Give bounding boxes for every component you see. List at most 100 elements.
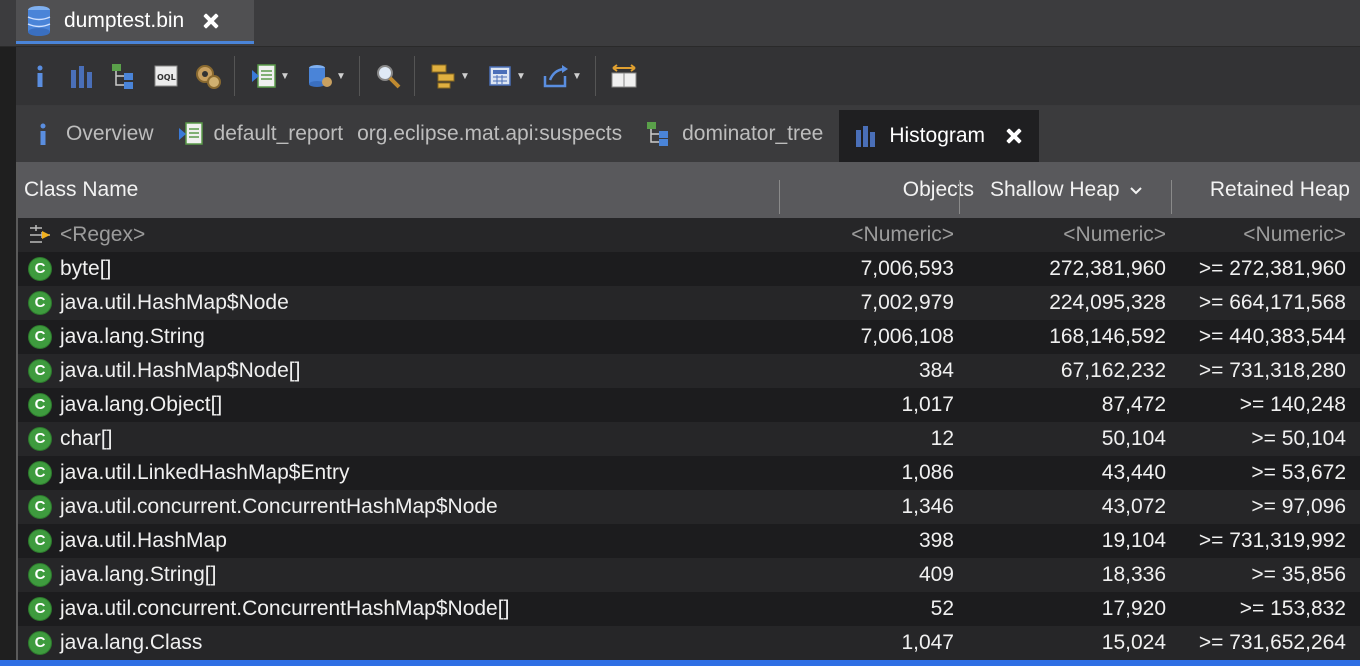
dominator-tree-icon: [647, 122, 669, 146]
row-retained-heap: >= 97,096: [1251, 495, 1346, 518]
row-retained-heap: >= 731,319,992: [1198, 529, 1346, 552]
class-icon: C: [28, 631, 52, 655]
filter-shallow-heap[interactable]: <Numeric>: [1063, 218, 1166, 252]
row-retained-heap: >= 140,248: [1239, 393, 1346, 416]
tab-suspects-label: org.eclipse.mat.api:suspects: [357, 122, 623, 145]
class-icon: C: [28, 291, 52, 315]
filter-retained-heap[interactable]: <Numeric>: [1243, 218, 1346, 252]
row-class-name: java.util.HashMap$Node: [60, 291, 289, 314]
info-icon: [40, 123, 46, 145]
row-retained-heap: >= 153,832: [1239, 597, 1346, 620]
dropdown-arrow-icon: ▼: [516, 70, 526, 82]
tab-default-report[interactable]: default_report: [164, 106, 354, 162]
column-divider[interactable]: [959, 180, 960, 214]
table-row[interactable]: Cjava.lang.Class 1,047 15,024 >= 731,652,26…: [18, 626, 1360, 660]
row-objects: 7,006,108: [860, 325, 954, 348]
row-class-name: java.util.HashMap$Node[]: [60, 359, 301, 382]
oql-button[interactable]: OQL: [148, 58, 184, 94]
close-icon[interactable]: [202, 12, 220, 30]
row-objects: 52: [930, 597, 954, 620]
table-row[interactable]: Cjava.lang.Object[] 1,017 87,472 >= 140,248: [18, 388, 1360, 422]
row-retained-heap: >= 731,318,280: [1198, 359, 1346, 382]
group-by-button[interactable]: ▼: [425, 58, 475, 94]
table-row[interactable]: Cjava.util.LinkedHashMap$Entry 1,086 43,44…: [18, 456, 1360, 490]
row-shallow-heap: 272,381,960: [1049, 257, 1166, 280]
class-icon: C: [28, 257, 52, 281]
filter-class-name[interactable]: <Regex>: [60, 218, 145, 252]
table-row[interactable]: Cjava.util.concurrent.ConcurrentHashMap$…: [18, 490, 1360, 524]
filter-objects[interactable]: <Numeric>: [851, 218, 954, 252]
row-shallow-heap: 43,440: [1101, 461, 1166, 484]
table-row[interactable]: Cjava.util.HashMap$Node 7,002,979 224,095,…: [18, 286, 1360, 320]
close-icon[interactable]: [1005, 127, 1023, 145]
chevron-down-icon: [1130, 187, 1143, 195]
table-row[interactable]: Cchar[] 12 50,104 >= 50,104: [18, 422, 1360, 456]
dominator-tree-button[interactable]: [106, 58, 142, 94]
export-icon: [543, 65, 569, 88]
class-icon: C: [28, 597, 52, 621]
row-objects: 7,002,979: [860, 291, 954, 314]
table-row[interactable]: Cjava.util.HashMap 398 19,104 >= 731,319,99…: [18, 524, 1360, 558]
row-objects: 1,047: [901, 631, 954, 654]
row-shallow-heap: 224,095,328: [1049, 291, 1166, 314]
view-tab-bar: Overview default_report org.eclipse.mat.…: [16, 106, 1360, 162]
toolbar-separator: [234, 56, 235, 96]
find-object-button[interactable]: [370, 58, 406, 94]
class-icon: C: [28, 563, 52, 587]
filter-row[interactable]: <Regex> <Numeric> <Numeric> <Numeric>: [18, 218, 1360, 252]
table-row[interactable]: Cjava.lang.String 7,006,108 168,146,592 >= …: [18, 320, 1360, 354]
column-header-shallow-heap[interactable]: Shallow Heap: [990, 162, 1143, 218]
editor-tab-dumptest[interactable]: dumptest.bin: [16, 0, 254, 44]
report-icon: [178, 122, 203, 145]
row-retained-heap: >= 35,856: [1251, 563, 1346, 586]
calculator-icon: [489, 66, 511, 86]
row-shallow-heap: 50,104: [1101, 427, 1166, 450]
column-divider[interactable]: [1171, 180, 1172, 214]
row-objects: 1,346: [901, 495, 954, 518]
table-row[interactable]: Cjava.util.concurrent.ConcurrentHashMap$…: [18, 592, 1360, 626]
row-class-name: char[]: [60, 427, 113, 450]
tab-suspects[interactable]: org.eclipse.mat.api:suspects: [353, 106, 632, 162]
tab-overview[interactable]: Overview: [16, 106, 164, 162]
row-shallow-heap: 67,162,232: [1060, 359, 1166, 382]
row-retained-heap: >= 731,652,264: [1198, 631, 1346, 654]
class-icon: C: [28, 461, 52, 485]
histogram-table: Class Name Objects Shallow Heap Retained…: [16, 162, 1360, 666]
row-class-name: java.lang.Object[]: [60, 393, 223, 416]
row-retained-heap: >= 272,381,960: [1198, 257, 1346, 280]
heap-dump-overview-button[interactable]: [190, 58, 226, 94]
histogram-button[interactable]: [64, 58, 100, 94]
column-header-retained-heap[interactable]: Retained Heap: [1210, 162, 1350, 218]
table-row[interactable]: Cjava.util.HashMap$Node[] 384 67,162,232 >=…: [18, 354, 1360, 388]
tab-histogram[interactable]: Histogram: [839, 110, 1040, 162]
row-shallow-heap: 19,104: [1101, 529, 1166, 552]
left-gutter: [0, 0, 16, 666]
class-icon: C: [28, 325, 52, 349]
column-header-objects[interactable]: Objects: [903, 162, 974, 218]
row-objects: 1,017: [901, 393, 954, 416]
row-class-name: java.util.concurrent.ConcurrentHashMap$N…: [60, 495, 498, 518]
run-report-button[interactable]: ▼: [245, 58, 295, 94]
tab-dominator-tree[interactable]: dominator_tree: [632, 106, 833, 162]
toolbar: OQL ▼ ▼ ▼ ▼ ▼: [16, 47, 1360, 105]
calculator-button[interactable]: ▼: [481, 58, 531, 94]
tab-dominator-tree-label: dominator_tree: [682, 122, 824, 145]
table-row[interactable]: Cjava.lang.String[] 409 18,336 >= 35,856: [18, 558, 1360, 592]
column-header-class-name[interactable]: Class Name: [24, 162, 138, 218]
columns-icon: [611, 64, 637, 88]
export-button[interactable]: ▼: [537, 58, 587, 94]
columns-button[interactable]: [606, 58, 642, 94]
row-class-name: java.util.LinkedHashMap$Entry: [60, 461, 350, 484]
editor-tab-title: dumptest.bin: [64, 8, 185, 32]
query-browser-icon: [309, 65, 333, 87]
class-icon: C: [28, 495, 52, 519]
info-button[interactable]: [22, 58, 58, 94]
row-class-name: java.lang.Class: [60, 631, 203, 654]
toolbar-separator: [595, 56, 596, 96]
table-header: Class Name Objects Shallow Heap Retained…: [18, 162, 1360, 218]
table-row[interactable]: Cbyte[] 7,006,593 272,381,960 >= 272,381,96…: [18, 252, 1360, 286]
toolbar-separator: [414, 56, 415, 96]
database-icon: [27, 5, 51, 36]
query-browser-button[interactable]: ▼: [301, 58, 351, 94]
column-divider[interactable]: [779, 180, 780, 214]
